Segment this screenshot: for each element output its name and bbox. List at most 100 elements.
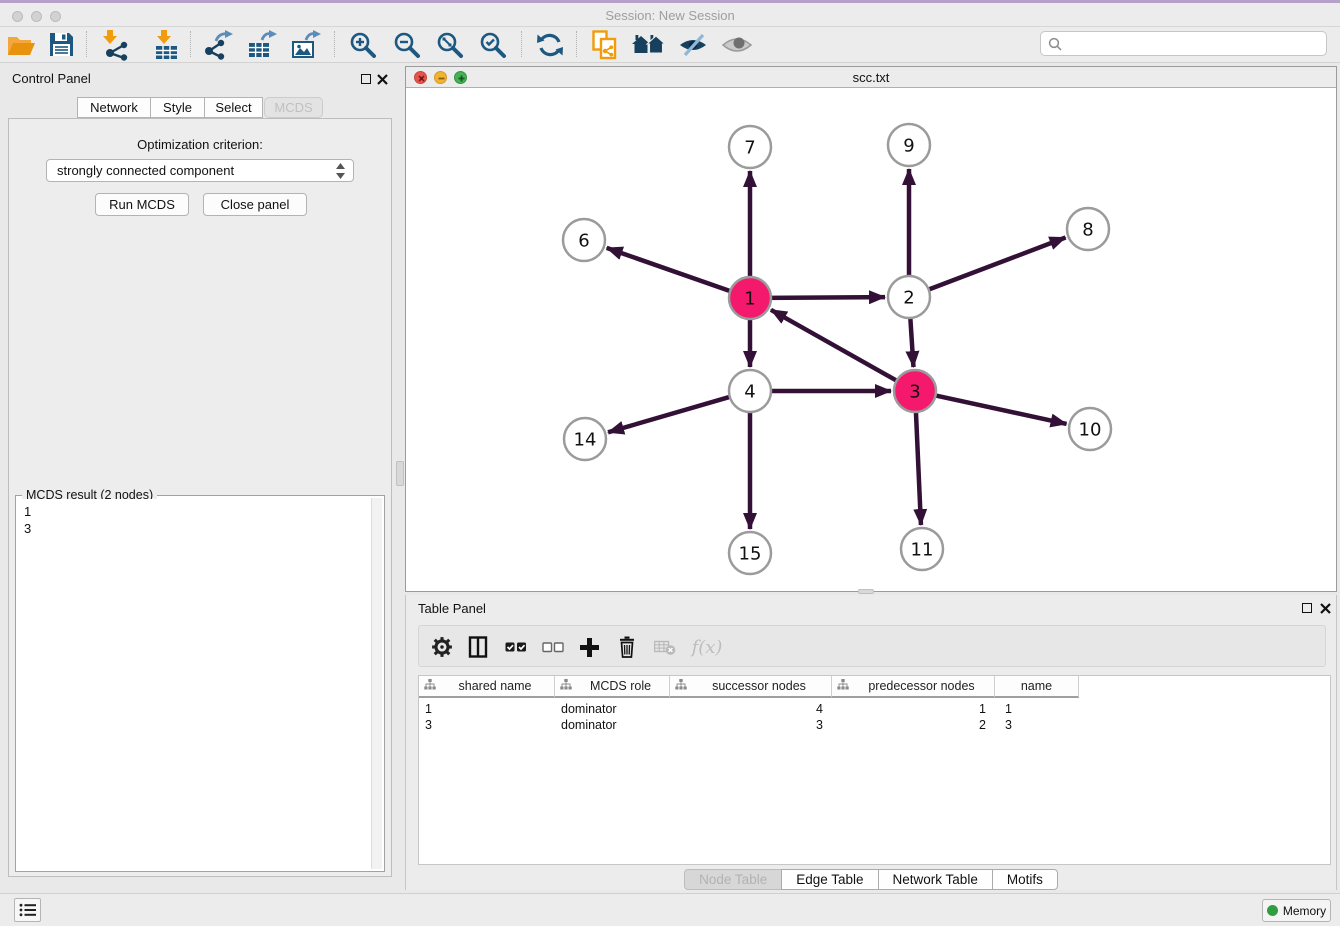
- cell-successor-nodes[interactable]: 4: [670, 701, 832, 717]
- graph-node-2[interactable]: 2: [888, 276, 930, 318]
- edge-3-11[interactable]: [916, 410, 921, 525]
- unselect-all-columns-icon[interactable]: [536, 626, 570, 668]
- tab-motifs[interactable]: Motifs: [992, 869, 1058, 890]
- hierarchy-icon: [560, 679, 572, 693]
- graph-node-label: 6: [578, 231, 589, 252]
- graph-node-14[interactable]: 14: [564, 418, 606, 460]
- close-panel-button[interactable]: Close panel: [203, 193, 307, 216]
- graph-node-6[interactable]: 6: [563, 219, 605, 261]
- import-network-icon[interactable]: [95, 28, 133, 61]
- search-input[interactable]: [1067, 36, 1326, 51]
- criterion-select[interactable]: strongly connected component: [46, 159, 354, 182]
- column-header-predecessor-nodes[interactable]: predecessor nodes: [832, 676, 995, 698]
- import-table-icon[interactable]: [147, 28, 185, 61]
- zoom-fit-icon[interactable]: [431, 28, 469, 61]
- graph-node-label: 10: [1079, 420, 1102, 441]
- select-all-columns-icon[interactable]: [499, 626, 533, 668]
- create-column-plus-icon[interactable]: [572, 626, 606, 668]
- refresh-view-icon[interactable]: [531, 28, 569, 61]
- table-panel-float-icon[interactable]: [1302, 603, 1312, 613]
- network-window-titlebar[interactable]: scc.txt: [406, 67, 1336, 88]
- result-item: 1: [24, 503, 371, 520]
- vertical-splitter-grip[interactable]: [396, 461, 404, 486]
- app-titlebar: Session: New Session: [0, 0, 1340, 27]
- export-network-icon[interactable]: [199, 28, 237, 61]
- zoom-in-icon[interactable]: [344, 28, 382, 61]
- new-network-from-selection-icon[interactable]: [586, 28, 624, 61]
- graph-node-8[interactable]: 8: [1067, 208, 1109, 250]
- tab-node-table[interactable]: Node Table: [684, 869, 782, 890]
- edge-2-8[interactable]: [927, 238, 1066, 291]
- edge-1-2[interactable]: [769, 297, 885, 298]
- graph-node-label: 15: [739, 544, 762, 565]
- edge-3-1[interactable]: [771, 310, 899, 382]
- tab-style[interactable]: Style: [150, 97, 205, 118]
- hide-selected-eye-slash-icon[interactable]: [674, 28, 712, 61]
- graph-node-4[interactable]: 4: [729, 370, 771, 412]
- column-header-shared-name[interactable]: shared name: [419, 676, 555, 698]
- result-scrollbar[interactable]: [371, 498, 382, 869]
- column-header-name[interactable]: name: [995, 676, 1079, 698]
- function-builder-button[interactable]: f(x): [685, 626, 729, 668]
- save-session-icon[interactable]: [42, 28, 80, 61]
- delete-columns-trash-icon[interactable]: [610, 626, 644, 668]
- run-mcds-button[interactable]: Run MCDS: [95, 193, 189, 216]
- export-image-icon[interactable]: [287, 28, 325, 61]
- tab-network[interactable]: Network: [77, 97, 151, 118]
- open-session-icon[interactable]: [2, 28, 40, 61]
- edge-2-3[interactable]: [910, 316, 913, 367]
- graph-node-1[interactable]: 1: [729, 277, 771, 319]
- delete-table-icon[interactable]: [648, 626, 682, 668]
- apply-layout-icon[interactable]: [630, 28, 668, 61]
- network-window-title: scc.txt: [406, 70, 1336, 85]
- cell-name[interactable]: 3: [995, 717, 1079, 733]
- graph-node-10[interactable]: 10: [1069, 408, 1111, 450]
- main-toolbar: [0, 27, 1340, 63]
- column-header-successor-nodes[interactable]: successor nodes: [670, 676, 832, 698]
- cell-successor-nodes[interactable]: 3: [670, 717, 832, 733]
- table-row[interactable]: 1 dominator 4 1 1: [419, 701, 1079, 717]
- graph-node-label: 7: [744, 138, 755, 159]
- table-settings-gear-icon[interactable]: [425, 626, 459, 668]
- search-box[interactable]: [1040, 31, 1327, 56]
- zoom-selected-icon[interactable]: [474, 28, 512, 61]
- memory-button[interactable]: Memory: [1262, 899, 1331, 922]
- zoom-out-icon[interactable]: [388, 28, 426, 61]
- graph-node-7[interactable]: 7: [729, 126, 771, 168]
- show-columns-icon[interactable]: [461, 626, 495, 668]
- cell-shared-name[interactable]: 3: [419, 717, 555, 733]
- tab-select[interactable]: Select: [204, 97, 263, 118]
- graph-node-9[interactable]: 9: [888, 124, 930, 166]
- cell-shared-name[interactable]: 1: [419, 701, 555, 717]
- hierarchy-icon: [424, 679, 436, 693]
- control-panel-close-icon[interactable]: [377, 72, 388, 90]
- graph-node-11[interactable]: 11: [901, 528, 943, 570]
- cell-predecessor-nodes[interactable]: 2: [832, 717, 995, 733]
- export-table-icon[interactable]: [243, 28, 281, 61]
- cell-name[interactable]: 1: [995, 701, 1079, 717]
- table-panel-close-icon[interactable]: [1320, 601, 1331, 619]
- network-window: scc.txt 1 2 3 4 6 7 8 9 10 11 14 15: [405, 66, 1337, 592]
- mcds-result-list[interactable]: 1 3: [18, 499, 371, 869]
- show-all-eye-icon[interactable]: [718, 28, 756, 61]
- graph-node-15[interactable]: 15: [729, 532, 771, 574]
- network-graph[interactable]: 1 2 3 4 6 7 8 9 10 11 14 15: [406, 89, 1336, 592]
- graph-node-label: 1: [744, 289, 755, 310]
- tab-edge-table[interactable]: Edge Table: [781, 869, 878, 890]
- control-panel-float-icon[interactable]: [361, 74, 371, 84]
- task-history-button[interactable]: [14, 898, 41, 922]
- cell-predecessor-nodes[interactable]: 1: [832, 701, 995, 717]
- search-icon: [1048, 37, 1062, 51]
- column-header-mcds-role[interactable]: MCDS role: [555, 676, 670, 698]
- table-row[interactable]: 3 dominator 3 2 3: [419, 717, 1079, 733]
- edge-3-10[interactable]: [934, 395, 1067, 424]
- horizontal-splitter-grip[interactable]: [858, 589, 874, 594]
- network-view[interactable]: 1 2 3 4 6 7 8 9 10 11 14 15: [406, 89, 1336, 592]
- edge-1-6[interactable]: [607, 248, 732, 292]
- edge-4-14[interactable]: [608, 396, 732, 432]
- tab-network-table[interactable]: Network Table: [878, 869, 993, 890]
- cell-mcds-role[interactable]: dominator: [555, 701, 670, 717]
- tab-mcds[interactable]: MCDS: [264, 97, 323, 118]
- cell-mcds-role[interactable]: dominator: [555, 717, 670, 733]
- graph-node-3[interactable]: 3: [894, 370, 936, 412]
